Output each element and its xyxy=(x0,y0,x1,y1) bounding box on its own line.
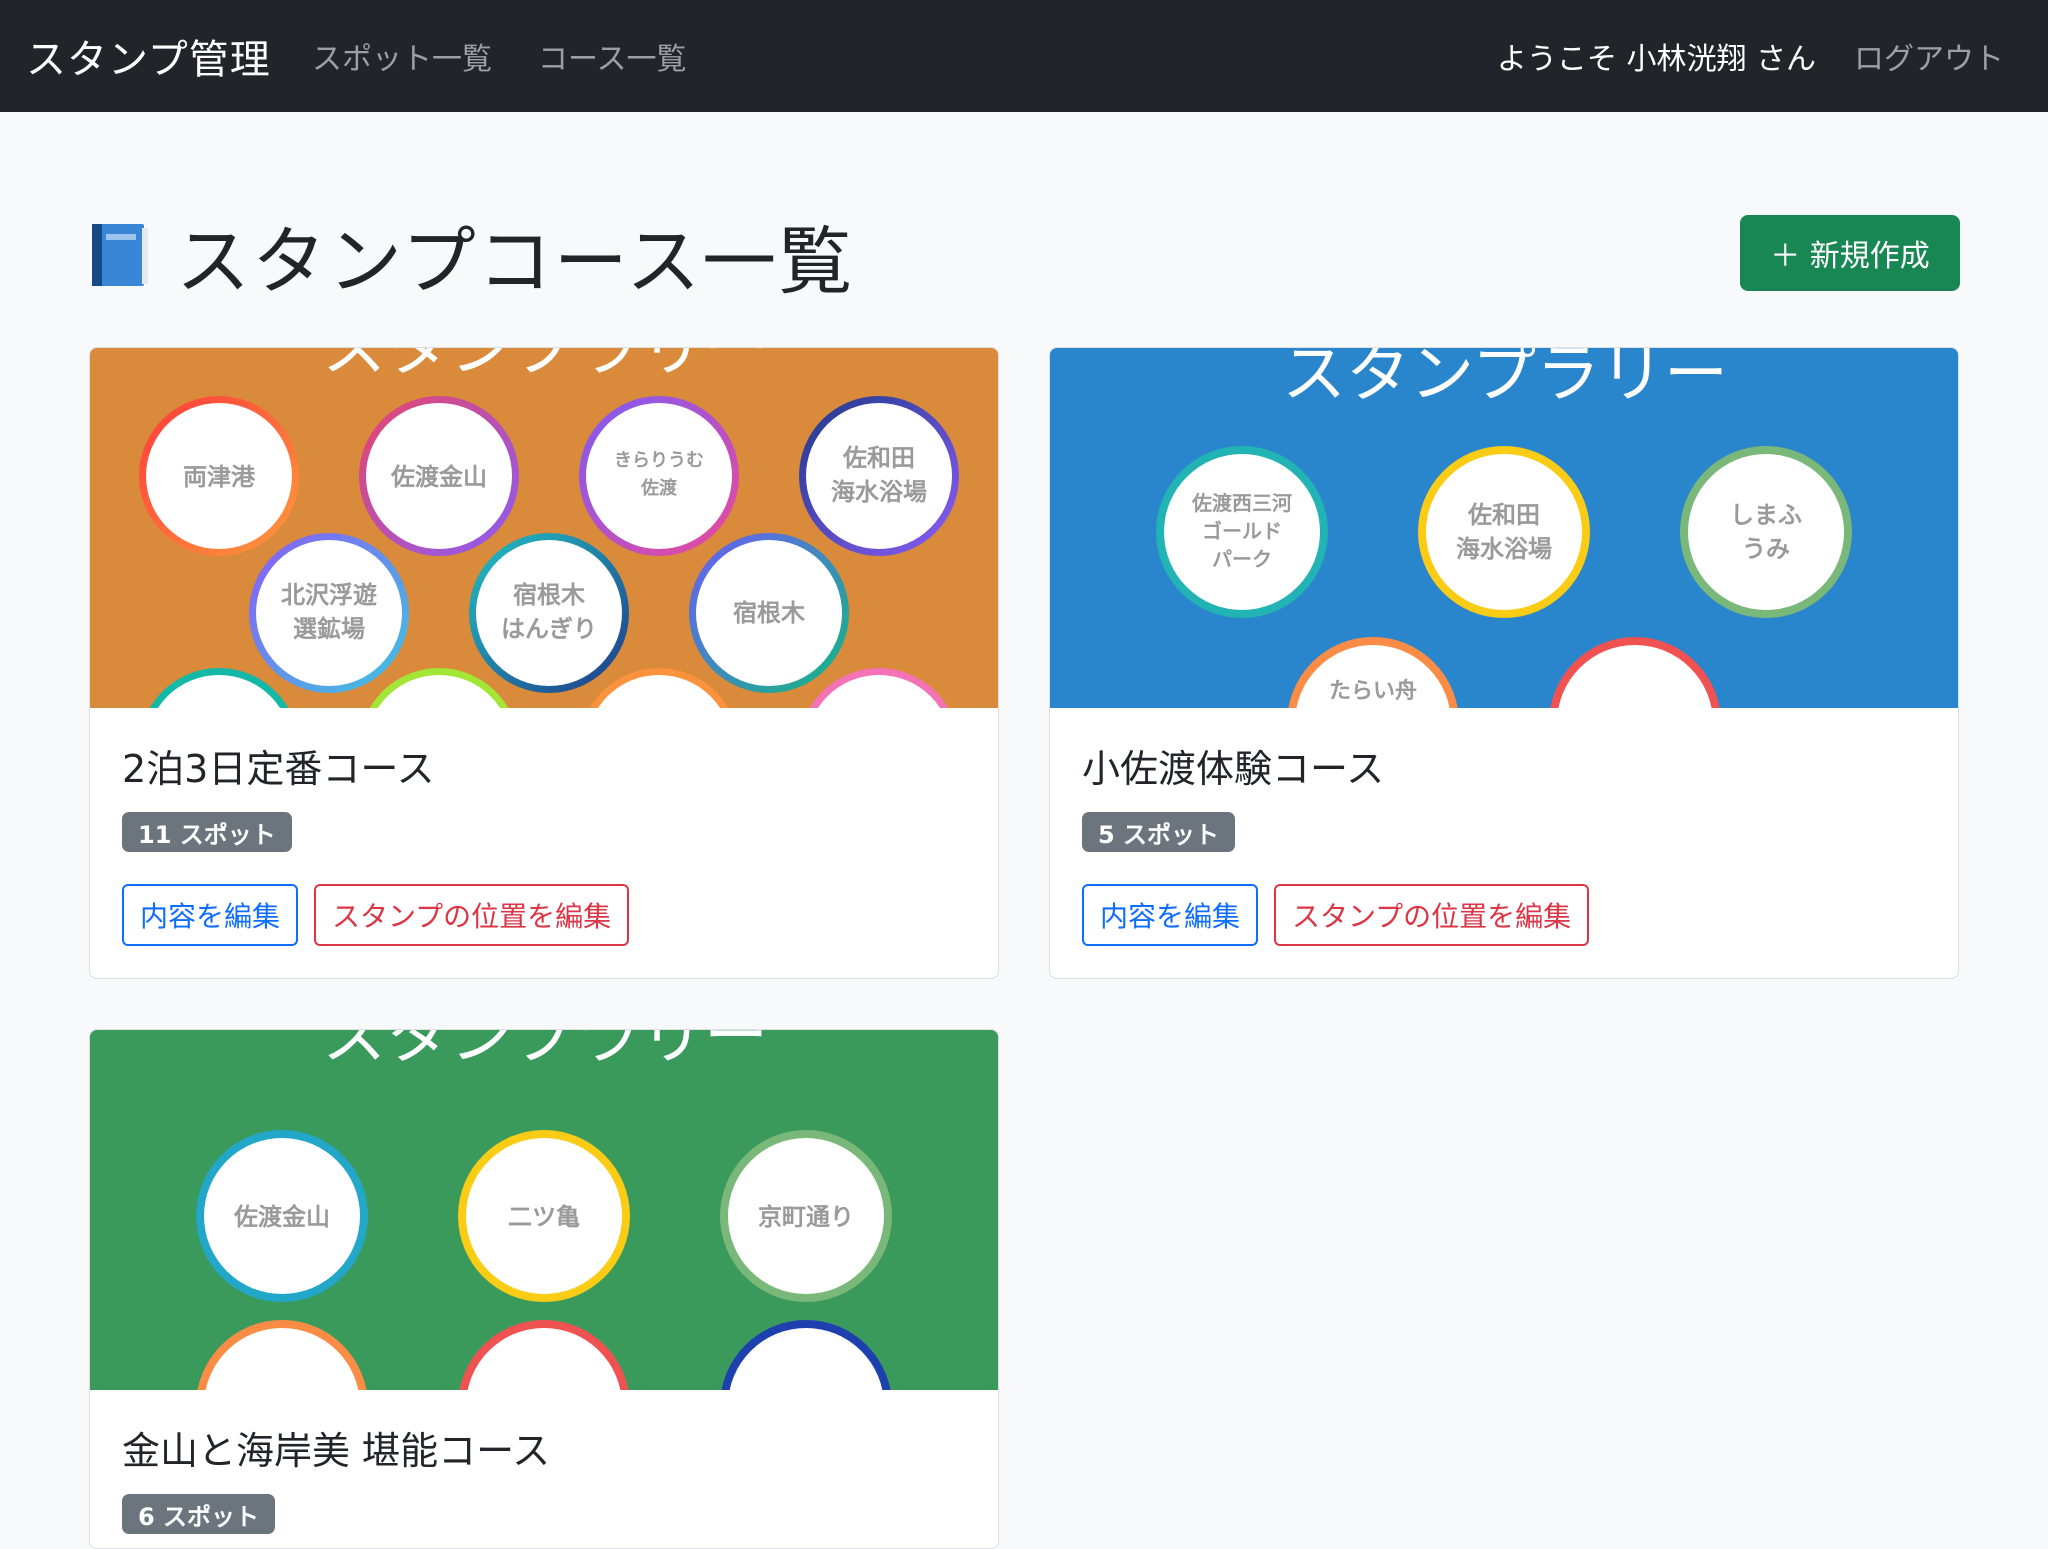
svg-text:選鉱場: 選鉱場 xyxy=(293,615,365,643)
course-title: 2泊3日定番コース xyxy=(122,747,435,791)
svg-text:きらりうむ: きらりうむ xyxy=(614,450,704,471)
navbar: スタンプ管理 スポット一覧 コース一覧 ようこそ 小林洸翔 さん ログアウト xyxy=(0,0,2048,112)
svg-text:両津港: 両津港 xyxy=(183,463,256,491)
svg-text:パーク: パーク xyxy=(1212,547,1272,571)
course-title: 金山と海岸美 堪能コース xyxy=(122,1429,551,1473)
image-heading: スタンプラリー xyxy=(322,348,768,386)
spots-badge: 5 スポット xyxy=(1082,812,1236,852)
welcome-text: ようこそ 小林洸翔 さん xyxy=(1496,42,1816,77)
svg-text:海水浴場: 海水浴場 xyxy=(1456,535,1552,563)
course-card: スタンプラリー 佐渡金山 二ツ亀 京町通り 金山と海岸美 堪能コース 6 スポッ… xyxy=(89,1029,999,1549)
svg-text:たらい舟: たらい舟 xyxy=(1329,678,1417,704)
svg-text:佐渡西三河: 佐渡西三河 xyxy=(1191,491,1292,515)
image-heading: スタンプラリー xyxy=(1282,348,1728,412)
new-course-button[interactable]: ＋ 新規作成 xyxy=(1740,215,1960,291)
svg-text:ゴールド: ゴールド xyxy=(1202,519,1282,543)
course-image[interactable]: スタンプラリー 両津港 佐渡金山 きらりうむ 佐渡 佐和田 海水浴場 北沢浮遊 xyxy=(90,348,998,708)
course-card: スタンプラリー 佐渡西三河 ゴールド パーク 佐和田 海水浴場 しまふ うみ た… xyxy=(1049,347,1959,979)
course-image[interactable]: スタンプラリー 佐渡西三河 ゴールド パーク 佐和田 海水浴場 しまふ うみ た… xyxy=(1050,348,1958,708)
brand-link[interactable]: スタンプ管理 xyxy=(26,0,271,112)
edit-stamp-position-button[interactable]: スタンプの位置を編集 xyxy=(314,884,630,946)
nav-courses-link[interactable]: コース一覧 xyxy=(538,0,687,112)
page-header: スタンプコース一覧 xyxy=(90,200,854,310)
spots-badge: 6 スポット xyxy=(122,1494,276,1534)
svg-text:北沢浮遊: 北沢浮遊 xyxy=(281,581,377,609)
page-title: スタンプコース一覧 xyxy=(176,218,855,305)
spots-badge: 11 スポット xyxy=(122,812,292,852)
svg-text:はんぎり: はんぎり xyxy=(501,615,597,643)
svg-text:二ツ亀: 二ツ亀 xyxy=(508,1203,580,1231)
svg-text:宿根木: 宿根木 xyxy=(733,599,806,627)
logout-link[interactable]: ログアウト xyxy=(1854,0,2004,112)
image-heading: スタンプラリー xyxy=(322,1030,768,1074)
nav-spots-link[interactable]: スポット一覧 xyxy=(312,0,492,112)
svg-text:佐和田: 佐和田 xyxy=(842,444,915,472)
svg-text:しまふ: しまふ xyxy=(1730,501,1802,529)
course-image[interactable]: スタンプラリー 佐渡金山 二ツ亀 京町通り xyxy=(90,1030,998,1390)
svg-text:佐和田: 佐和田 xyxy=(1467,501,1540,529)
svg-text:宿根木: 宿根木 xyxy=(513,581,586,609)
book-icon xyxy=(90,220,150,290)
svg-text:佐渡金山: 佐渡金山 xyxy=(233,1203,330,1231)
edit-content-button[interactable]: 内容を編集 xyxy=(1082,884,1259,946)
svg-text:うみ: うみ xyxy=(1742,535,1790,563)
svg-text:海水浴場: 海水浴場 xyxy=(831,478,927,506)
course-title: 小佐渡体験コース xyxy=(1082,747,1385,791)
svg-text:佐渡金山: 佐渡金山 xyxy=(390,463,487,491)
edit-stamp-position-button[interactable]: スタンプの位置を編集 xyxy=(1274,884,1590,946)
edit-content-button[interactable]: 内容を編集 xyxy=(122,884,299,946)
course-card: スタンプラリー 両津港 佐渡金山 きらりうむ 佐渡 佐和田 海水浴場 北沢浮遊 xyxy=(89,347,999,979)
svg-text:佐渡: 佐渡 xyxy=(640,477,678,499)
svg-text:京町通り: 京町通り xyxy=(758,1203,854,1231)
